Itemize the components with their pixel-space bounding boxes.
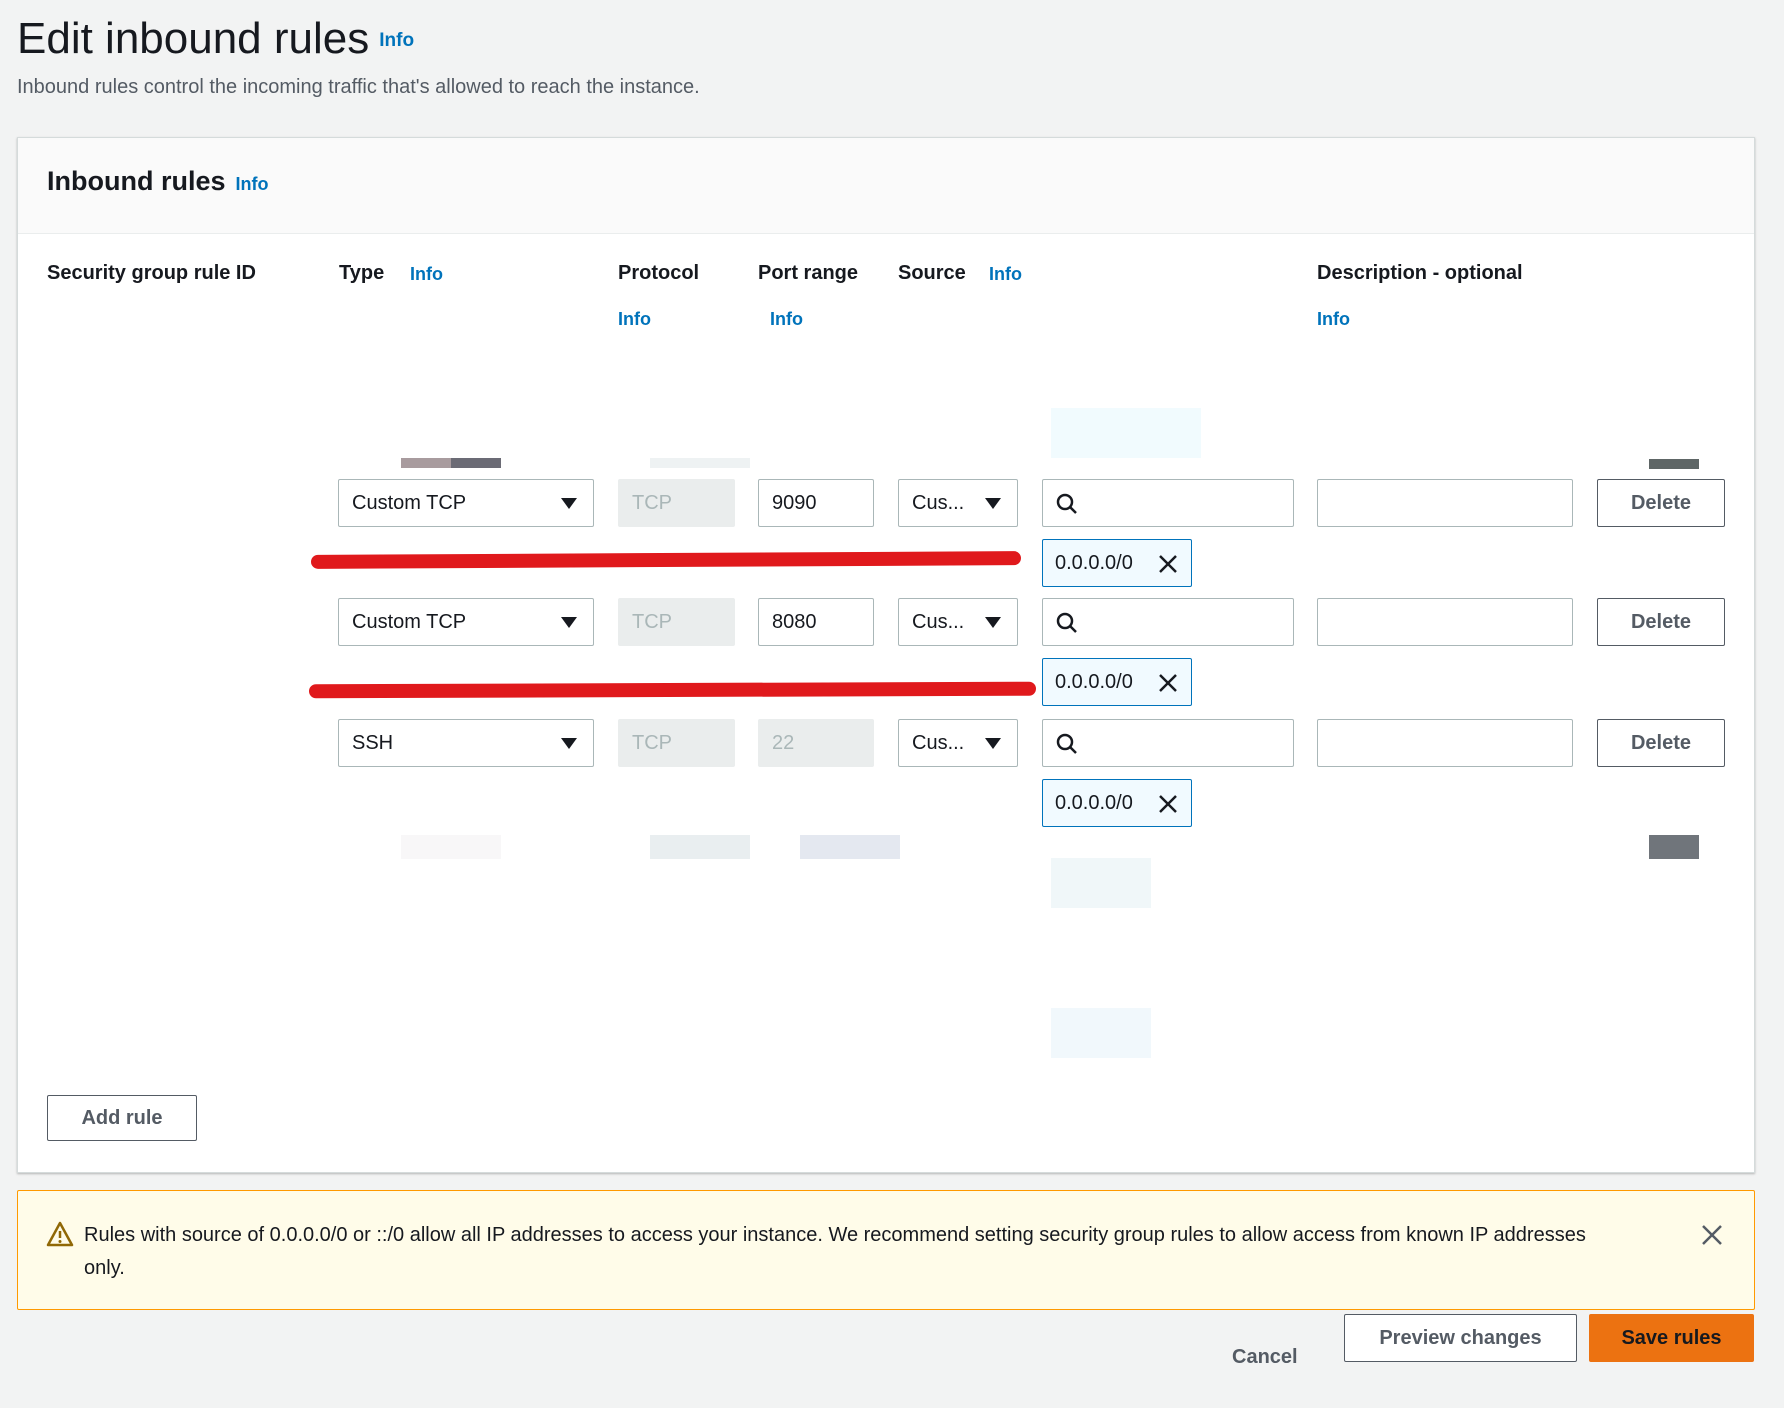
rule-2-cidr-token: 0.0.0.0/0: [1042, 658, 1192, 706]
save-rules-button[interactable]: Save rules: [1589, 1314, 1754, 1362]
search-icon: [1056, 493, 1077, 514]
caret-down-icon: [561, 498, 577, 509]
col-header-type-info[interactable]: Info: [410, 264, 443, 285]
warning-alert-text: Rules with source of 0.0.0.0/0 or ::/0 a…: [84, 1224, 1586, 1279]
redacted-block: [401, 835, 501, 859]
col-header-rule-id: Security group rule ID: [47, 262, 256, 284]
rule-1-source-select[interactable]: Cus...: [898, 479, 1018, 527]
panel-title-info-link[interactable]: Info: [236, 174, 269, 194]
rule-2-type-value: Custom TCP: [352, 610, 467, 633]
rule-1-source-value: Cus...: [912, 491, 965, 514]
col-header-port-range-info[interactable]: Info: [770, 309, 803, 330]
add-rule-button[interactable]: Add rule: [47, 1095, 197, 1141]
panel-title: Inbound rules Info: [47, 166, 269, 197]
close-icon[interactable]: [1157, 793, 1179, 815]
close-icon[interactable]: [1700, 1223, 1724, 1247]
rule-2-source-search-input[interactable]: [1042, 598, 1294, 646]
warning-alert: Rules with source of 0.0.0.0/0 or ::/0 a…: [17, 1190, 1755, 1310]
rule-2-type-select[interactable]: Custom TCP: [338, 598, 594, 646]
rule-3-description-input[interactable]: [1317, 719, 1573, 767]
rule-2-description-input[interactable]: [1317, 598, 1573, 646]
rule-2-source-value: Cus...: [912, 610, 965, 633]
col-header-port-range: Port range: [758, 262, 859, 284]
rule-3-source-search-input[interactable]: [1042, 719, 1294, 767]
rule-3-source-value: Cus...: [912, 731, 965, 754]
rule-3-source-select[interactable]: Cus...: [898, 719, 1018, 767]
rule-2-source-select[interactable]: Cus...: [898, 598, 1018, 646]
preview-changes-button[interactable]: Preview changes: [1344, 1314, 1577, 1362]
col-header-description-info[interactable]: Info: [1317, 309, 1350, 330]
caret-down-icon: [561, 738, 577, 749]
rule-2-protocol-field: TCP: [618, 598, 735, 646]
rule-2-port-input[interactable]: 8080: [758, 598, 874, 646]
inbound-rules-panel: Inbound rules Info Security group rule ID…: [17, 137, 1755, 1173]
rule-1-source-search-input[interactable]: [1042, 479, 1294, 527]
rule-1-description-input[interactable]: [1317, 479, 1573, 527]
cancel-button[interactable]: Cancel: [1232, 1346, 1298, 1369]
panel-title-text: Inbound rules: [47, 166, 226, 196]
page-description: Inbound rules control the incoming traff…: [17, 76, 700, 98]
col-header-source-info[interactable]: Info: [989, 264, 1022, 285]
red-redaction-line: [308, 681, 1037, 699]
caret-down-icon: [985, 738, 1001, 749]
redacted-block: [1051, 408, 1201, 458]
caret-down-icon: [561, 617, 577, 628]
redacted-block: [650, 458, 750, 468]
col-header-protocol-info[interactable]: Info: [618, 309, 651, 330]
redacted-block: [1649, 459, 1699, 469]
redacted-block: [401, 458, 501, 468]
close-icon[interactable]: [1157, 553, 1179, 575]
caret-down-icon: [985, 617, 1001, 628]
rule-3-port-field: 22: [758, 719, 874, 767]
col-header-source: Source: [898, 262, 966, 284]
rule-3-type-select[interactable]: SSH: [338, 719, 594, 767]
redacted-block: [800, 835, 900, 859]
rule-1-protocol-field: TCP: [618, 479, 735, 527]
page-title: Edit inbound rules Info: [17, 14, 414, 64]
red-redaction-line: [310, 551, 1022, 569]
warning-icon: [46, 1221, 74, 1247]
redacted-block: [1649, 835, 1699, 859]
rule-1-type-value: Custom TCP: [352, 491, 467, 514]
search-icon: [1056, 733, 1077, 754]
redacted-block: [650, 835, 750, 859]
redacted-block: [1051, 1008, 1151, 1058]
col-header-protocol: Protocol: [618, 262, 700, 284]
redacted-block: [1051, 858, 1151, 908]
page-title-text: Edit inbound rules: [17, 14, 370, 63]
rule-1-type-select[interactable]: Custom TCP: [338, 479, 594, 527]
rule-3-delete-button[interactable]: Delete: [1597, 719, 1725, 767]
col-header-type: Type: [339, 262, 385, 284]
rule-2-cidr-value: 0.0.0.0/0: [1055, 670, 1133, 693]
rule-3-cidr-token: 0.0.0.0/0: [1042, 779, 1192, 827]
rule-1-cidr-token: 0.0.0.0/0: [1042, 539, 1192, 587]
rule-1-delete-button[interactable]: Delete: [1597, 479, 1725, 527]
col-header-description: Description - optional: [1317, 262, 1523, 284]
caret-down-icon: [985, 498, 1001, 509]
panel-header: Inbound rules Info: [18, 138, 1754, 234]
rule-1-cidr-value: 0.0.0.0/0: [1055, 551, 1133, 574]
search-icon: [1056, 612, 1077, 633]
rule-1-port-input[interactable]: 9090: [758, 479, 874, 527]
rule-2-delete-button[interactable]: Delete: [1597, 598, 1725, 646]
rule-3-type-value: SSH: [352, 731, 394, 754]
close-icon[interactable]: [1157, 672, 1179, 694]
page-title-info-link[interactable]: Info: [379, 30, 414, 51]
rule-3-protocol-field: TCP: [618, 719, 735, 767]
rule-3-cidr-value: 0.0.0.0/0: [1055, 791, 1133, 814]
